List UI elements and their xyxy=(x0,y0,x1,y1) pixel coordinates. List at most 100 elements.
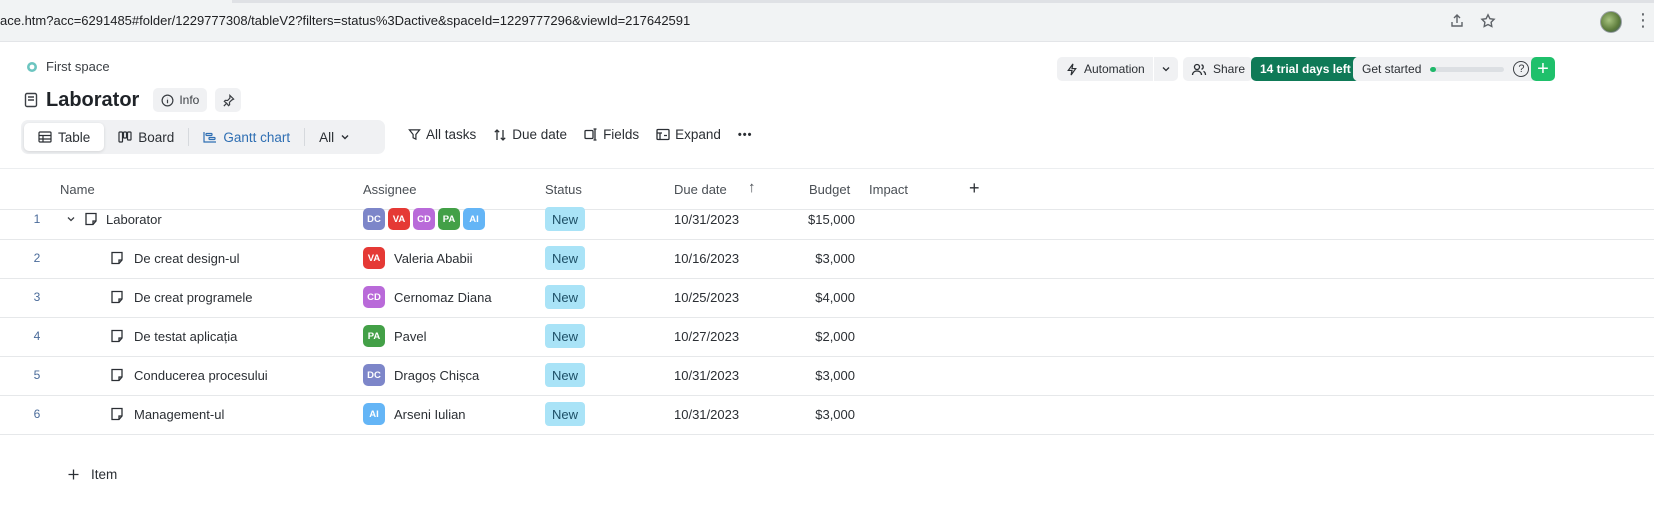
sort-button[interactable]: Due date xyxy=(493,127,567,142)
chevron-down-icon xyxy=(1162,67,1170,72)
tab-all-views[interactable]: All xyxy=(305,123,364,151)
space-breadcrumb[interactable]: First space xyxy=(26,59,110,74)
expand-label: Expand xyxy=(675,127,721,142)
assignee-avatars: PA xyxy=(363,325,385,347)
task-icon xyxy=(111,290,123,304)
space-name: First space xyxy=(46,59,110,74)
table-row[interactable]: 4 De testat aplicația PA Pavel New 10/27/2023… xyxy=(0,316,1654,357)
help-icon[interactable]: ? xyxy=(1513,61,1530,77)
table-row[interactable]: 3 De creat programele CD Cernomaz Diana New 1… xyxy=(0,277,1654,318)
add-item-button[interactable]: Item xyxy=(68,467,117,482)
assignee-avatar: PA xyxy=(363,325,385,347)
row-number: 4 xyxy=(33,329,41,343)
assignee-cell[interactable]: PA Pavel xyxy=(363,316,427,356)
due-date-cell[interactable]: 10/31/2023 xyxy=(674,394,739,434)
gantt-icon xyxy=(203,132,217,143)
table-row[interactable]: 2 De creat design-ul VA Valeria Ababii New 10… xyxy=(0,238,1654,279)
table-row[interactable]: 6 Management-ul AI Arseni Iulian New 10/31/20… xyxy=(0,394,1654,435)
tab-board[interactable]: Board xyxy=(104,123,188,151)
add-control: + xyxy=(1531,56,1555,82)
task-icon xyxy=(111,329,123,343)
row-number: 5 xyxy=(33,368,41,382)
assignee-cell[interactable]: DC VA CD PA AI xyxy=(363,199,485,239)
share-button[interactable]: Share xyxy=(1183,57,1254,81)
assignee-avatar: VA xyxy=(388,208,410,230)
column-header-status[interactable]: Status xyxy=(545,182,582,197)
budget-cell[interactable]: $2,000 xyxy=(790,316,855,356)
assignee-avatar: AI xyxy=(363,403,385,425)
status-cell[interactable]: New xyxy=(545,355,586,395)
assignee-avatar: CD xyxy=(413,208,435,230)
column-header-budget[interactable]: Budget xyxy=(809,182,850,197)
tab-table-label: Table xyxy=(58,129,91,145)
status-badge: New xyxy=(545,285,586,309)
budget-cell[interactable]: $3,000 xyxy=(790,238,855,278)
more-options-button[interactable]: ••• xyxy=(738,129,753,141)
budget-cell[interactable]: $3,000 xyxy=(790,355,855,395)
name-cell[interactable]: De testat aplicația xyxy=(110,316,237,356)
name-cell[interactable]: Conducerea procesului xyxy=(110,355,268,395)
collapse-chevron-icon[interactable] xyxy=(66,214,76,224)
profile-avatar[interactable] xyxy=(1600,11,1622,33)
budget-cell[interactable]: $15,000 xyxy=(790,199,855,239)
row-number: 2 xyxy=(33,251,41,265)
due-date-cell[interactable]: 10/31/2023 xyxy=(674,355,739,395)
fields-button[interactable]: Fields xyxy=(584,127,639,142)
filter-button[interactable]: All tasks xyxy=(408,127,476,142)
due-date-cell[interactable]: 10/25/2023 xyxy=(674,277,739,317)
browser-toolbar: ace.htm?acc=6291485#folder/1229777308/ta… xyxy=(0,0,1654,42)
assignee-name: Valeria Ababii xyxy=(394,250,473,266)
assignee-name: Pavel xyxy=(394,328,427,344)
name-cell[interactable]: De creat programele xyxy=(110,277,253,317)
assignee-cell[interactable]: AI Arseni Iulian xyxy=(363,394,466,434)
add-column-icon[interactable]: + xyxy=(969,178,980,199)
get-started-button[interactable]: Get started ? xyxy=(1353,57,1539,81)
name-cell[interactable]: Management-ul xyxy=(110,394,224,434)
due-date-cell[interactable]: 10/27/2023 xyxy=(674,316,739,356)
automation-button[interactable]: Automation xyxy=(1057,57,1153,81)
name-cell[interactable]: De creat design-ul xyxy=(110,238,240,278)
pin-button[interactable] xyxy=(215,88,242,112)
column-header-name[interactable]: Name xyxy=(60,182,95,197)
budget-cell[interactable]: $3,000 xyxy=(790,394,855,434)
status-cell[interactable]: New xyxy=(545,277,586,317)
assignee-avatars: DC VA CD PA AI xyxy=(363,208,485,230)
people-icon xyxy=(1191,63,1207,75)
budget-cell[interactable]: $4,000 xyxy=(790,277,855,317)
sort-ascending-icon[interactable]: ↑ xyxy=(748,179,756,196)
assignee-name: Dragoș Chișca xyxy=(394,367,480,383)
trial-days-badge[interactable]: 14 trial days left xyxy=(1251,57,1360,81)
add-new-button[interactable]: + xyxy=(1531,57,1555,81)
expand-button[interactable]: Expand xyxy=(656,127,721,142)
tab-gantt[interactable]: Gantt chart xyxy=(189,123,304,151)
due-date-cell[interactable]: 10/31/2023 xyxy=(674,199,739,239)
status-cell[interactable]: New xyxy=(545,316,586,356)
browser-menu-icon[interactable]: ⋮ xyxy=(1634,10,1652,30)
assignee-cell[interactable]: VA Valeria Ababii xyxy=(363,238,473,278)
address-bar[interactable]: ace.htm?acc=6291485#folder/1229777308/ta… xyxy=(0,13,690,28)
table-row[interactable]: 1 Laborator DC VA CD PA AI New 10/31/2023 $15,000 xyxy=(0,199,1654,240)
due-date-cell[interactable]: 10/16/2023 xyxy=(674,238,739,278)
status-badge: New xyxy=(545,363,586,387)
status-cell[interactable]: New xyxy=(545,199,586,239)
column-header-assignee[interactable]: Assignee xyxy=(363,182,416,197)
column-header-impact[interactable]: Impact xyxy=(869,182,908,197)
view-switcher: Table Board Gantt chart All xyxy=(21,120,385,154)
task-icon xyxy=(111,407,123,421)
info-button[interactable]: Info xyxy=(153,88,208,112)
column-header-due-date[interactable]: Due date xyxy=(674,182,727,197)
assignee-cell[interactable]: DC Dragoș Chișca xyxy=(363,355,479,395)
assignee-avatars: DC xyxy=(363,364,385,386)
assignee-avatar: AI xyxy=(463,208,485,230)
share-page-icon[interactable] xyxy=(1447,11,1467,31)
status-cell[interactable]: New xyxy=(545,238,586,278)
assignee-cell[interactable]: CD Cernomaz Diana xyxy=(363,277,492,317)
bookmark-star-icon[interactable] xyxy=(1478,11,1498,31)
name-cell[interactable]: Laborator xyxy=(66,199,162,239)
table-row[interactable]: 5 Conducerea procesului DC Dragoș Chișca New… xyxy=(0,355,1654,396)
table-toolbar: All tasks Due date Fields Expand ••• xyxy=(408,127,752,142)
expand-icon xyxy=(656,128,670,141)
tab-table[interactable]: Table xyxy=(24,123,105,151)
automation-dropdown[interactable] xyxy=(1153,57,1178,81)
status-cell[interactable]: New xyxy=(545,394,586,434)
